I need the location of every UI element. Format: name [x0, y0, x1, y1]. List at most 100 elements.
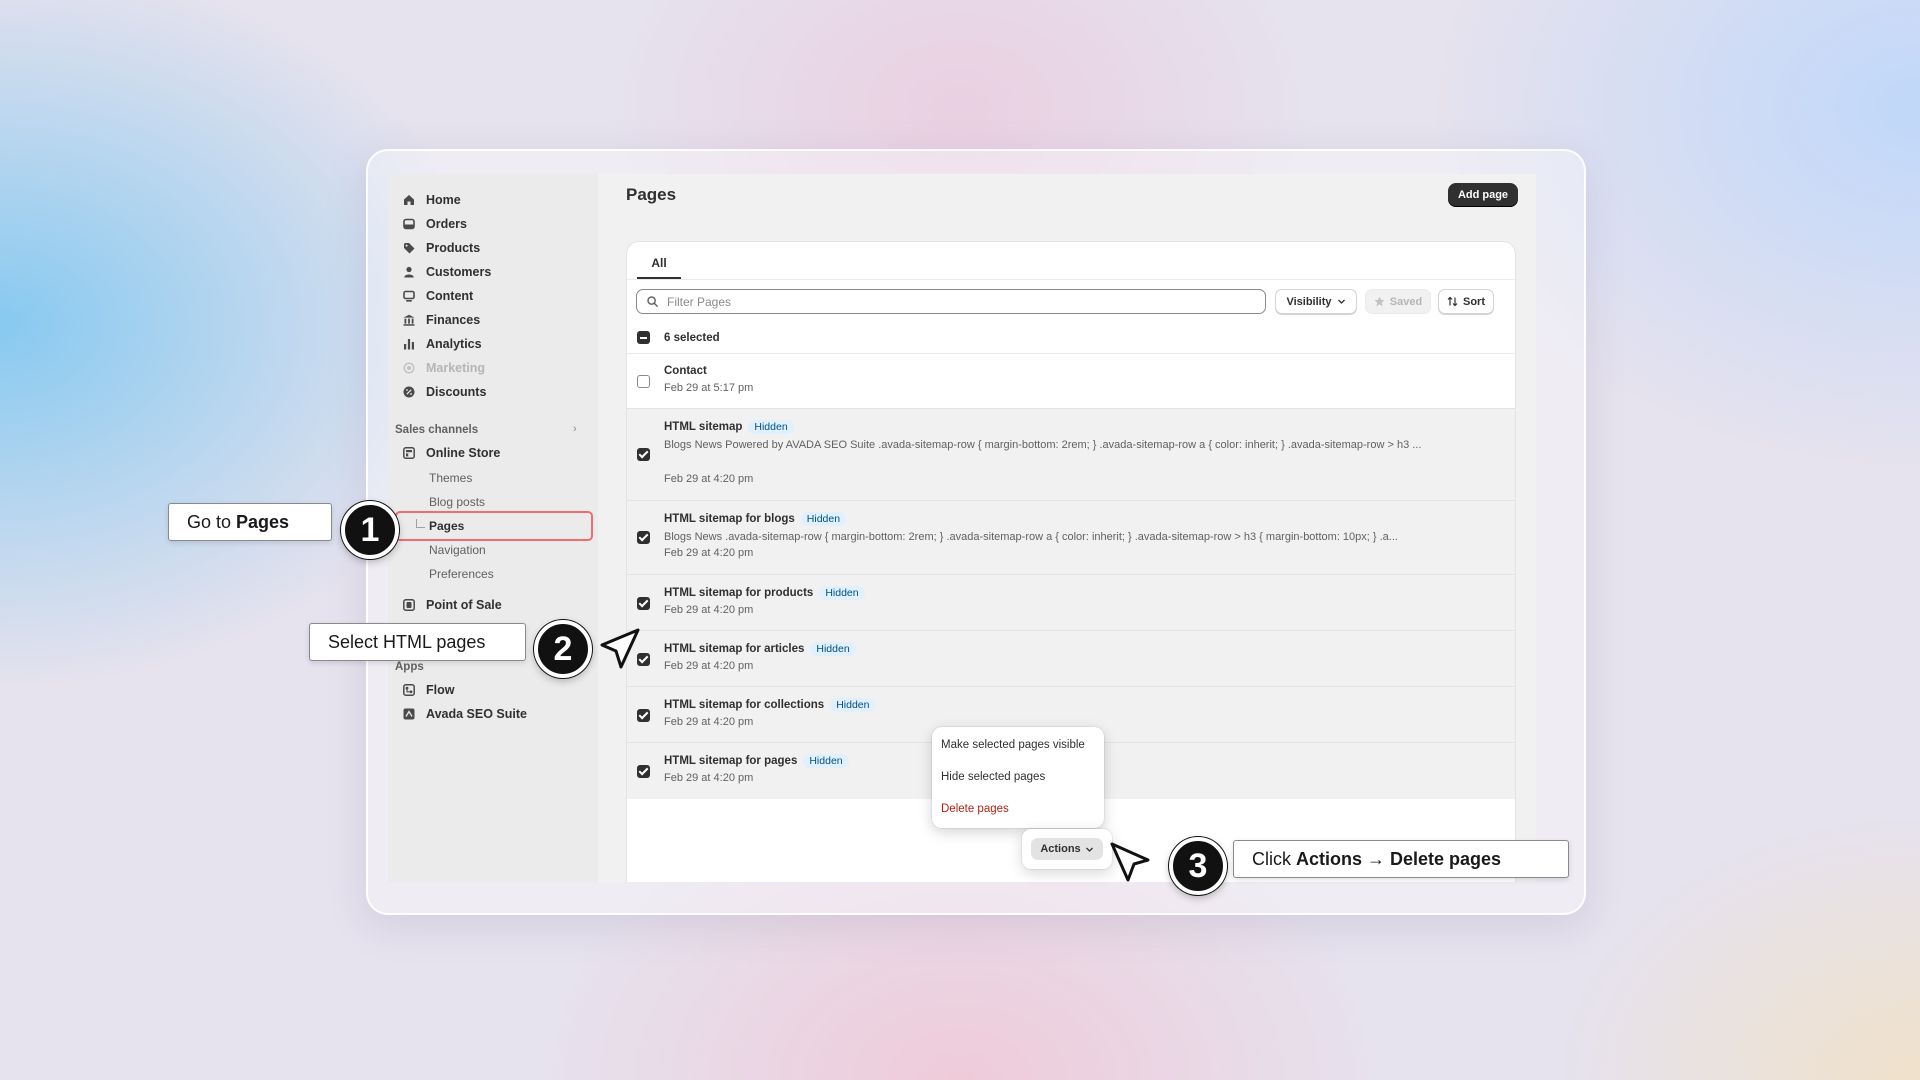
- row-title[interactable]: Contact: [664, 365, 707, 377]
- hidden-badge: Hidden: [748, 420, 794, 434]
- sidebar-item-label: Orders: [426, 217, 467, 231]
- sidebar-item-online-store[interactable]: Online Store: [402, 442, 500, 464]
- row-checkbox[interactable]: [637, 375, 650, 388]
- table-row[interactable]: HTML sitemap for products Hidden Feb 29 a…: [627, 575, 1515, 631]
- flow-icon: [402, 683, 416, 697]
- sort-icon: [1447, 296, 1458, 307]
- row-title-text: HTML sitemap: [664, 421, 743, 433]
- menu-item-hide-selected[interactable]: Hide selected pages: [941, 771, 1045, 783]
- row-title[interactable]: HTML sitemap for products Hidden: [664, 586, 865, 600]
- app-icon: [402, 707, 416, 721]
- bulk-selection-bar: 6 selected: [627, 323, 1515, 354]
- step3-prefix: Click: [1252, 848, 1296, 869]
- sidebar-item-label: Avada SEO Suite: [426, 707, 527, 721]
- sidebar-item-label: Products: [426, 241, 481, 255]
- row-date: Feb 29 at 4:20 pm: [664, 473, 754, 485]
- table-row[interactable]: HTML sitemap for blogs Hidden Blogs News …: [627, 501, 1515, 575]
- filter-pages-input[interactable]: [665, 293, 1229, 310]
- sidebar-item-label: Finances: [426, 313, 481, 327]
- bar-chart-icon: [402, 337, 416, 351]
- row-title-text: HTML sitemap for articles: [664, 643, 805, 655]
- row-date: Feb 29 at 4:20 pm: [664, 716, 754, 728]
- sidebar-item-marketing[interactable]: Marketing: [402, 357, 485, 379]
- step1-callout: Go to Pages: [168, 503, 332, 541]
- sidebar-item-label: Point of Sale: [426, 598, 502, 612]
- row-description: Blogs News Powered by AVADA SEO Suite .a…: [664, 439, 1422, 451]
- add-page-button[interactable]: Add page: [1448, 183, 1518, 207]
- arrow-cursor-icon: [1110, 842, 1150, 882]
- sidebar-item-products[interactable]: Products: [402, 237, 480, 259]
- visibility-filter-button[interactable]: Visibility: [1275, 289, 1357, 314]
- sidebar-item-customers[interactable]: Customers: [402, 261, 491, 283]
- sidebar-item-analytics[interactable]: Analytics: [402, 333, 482, 355]
- menu-item-delete-pages[interactable]: Delete pages: [941, 803, 1009, 815]
- select-all-checkbox[interactable]: [637, 331, 650, 344]
- store-icon: [402, 446, 416, 460]
- sidebar-subitem-themes[interactable]: Themes: [429, 471, 472, 485]
- row-checkbox[interactable]: [637, 531, 650, 544]
- hidden-badge: Hidden: [803, 754, 849, 768]
- sidebar-item-content[interactable]: Content: [402, 285, 473, 307]
- step2-callout: Select HTML pages: [309, 623, 526, 661]
- star-icon: [1374, 296, 1385, 307]
- target-icon: [402, 361, 416, 375]
- chevron-right-icon[interactable]: ›: [573, 423, 577, 435]
- sidebar-item-point-of-sale[interactable]: Point of Sale: [402, 594, 502, 616]
- row-checkbox[interactable]: [637, 448, 650, 461]
- row-title-text: HTML sitemap for products: [664, 587, 814, 599]
- row-title[interactable]: HTML sitemap for collections Hidden: [664, 698, 876, 712]
- chevron-down-icon: [1337, 297, 1346, 306]
- saved-label: Saved: [1389, 295, 1423, 308]
- tag-icon: [402, 241, 416, 255]
- person-icon: [402, 265, 416, 279]
- sidebar-item-label: Home: [426, 193, 461, 207]
- sidebar-item-home[interactable]: Home: [402, 189, 461, 211]
- table-row[interactable]: HTML sitemap for articles Hidden Feb 29 a…: [627, 631, 1515, 687]
- sort-button[interactable]: Sort: [1438, 289, 1494, 314]
- sidebar-item-label: Marketing: [426, 361, 486, 375]
- arrow-cursor-icon: [600, 628, 640, 669]
- sidebar-subitem-blog-posts[interactable]: Blog posts: [429, 495, 485, 509]
- table-row[interactable]: Contact Feb 29 at 5:17 pm: [627, 354, 1515, 409]
- row-title-text: HTML sitemap for blogs: [664, 513, 795, 525]
- step3-bold: Actions → Delete pages: [1296, 848, 1502, 869]
- sidebar-item-label: Discounts: [426, 385, 487, 399]
- step2-badge: 2: [534, 620, 592, 678]
- saved-view-button[interactable]: Saved: [1365, 289, 1431, 314]
- tab-all[interactable]: All: [637, 252, 681, 279]
- hidden-badge: Hidden: [810, 642, 856, 656]
- sidebar-item-avada-seo-suite[interactable]: Avada SEO Suite: [402, 703, 527, 725]
- row-checkbox[interactable]: [637, 597, 650, 610]
- sidebar-item-finances[interactable]: Finances: [402, 309, 480, 331]
- row-title[interactable]: HTML sitemap Hidden: [664, 420, 794, 434]
- hidden-badge: Hidden: [830, 698, 876, 712]
- menu-item-make-visible[interactable]: Make selected pages visible: [941, 739, 1085, 751]
- sidebar-item-discounts[interactable]: Discounts: [402, 381, 486, 403]
- actions-button[interactable]: Actions: [1031, 838, 1103, 860]
- sidebar-subitem-navigation[interactable]: Navigation: [429, 543, 486, 557]
- step1-badge: 1: [341, 501, 399, 559]
- row-title[interactable]: HTML sitemap for articles Hidden: [664, 642, 856, 656]
- filter-pages-field[interactable]: [636, 289, 1266, 314]
- row-title[interactable]: HTML sitemap for pages Hidden: [664, 754, 849, 768]
- hidden-badge: Hidden: [819, 586, 865, 600]
- table-row[interactable]: HTML sitemap Hidden Blogs News Powered by…: [627, 409, 1515, 501]
- sidebar-item-orders[interactable]: Orders: [402, 213, 467, 235]
- sidebar-item-label: Analytics: [426, 337, 482, 351]
- row-date: Feb 29 at 4:20 pm: [664, 547, 754, 559]
- tab-label: All: [651, 256, 667, 270]
- sales-channels-heading: Sales channels: [395, 424, 479, 436]
- hidden-badge: Hidden: [800, 512, 847, 526]
- row-checkbox[interactable]: [637, 765, 650, 778]
- sidebar-item-label: Content: [426, 289, 474, 303]
- content-icon: [402, 289, 416, 303]
- step1-prefix: Go to: [187, 511, 237, 532]
- sidebar-item-flow[interactable]: Flow: [402, 679, 454, 701]
- row-checkbox[interactable]: [637, 709, 650, 722]
- actions-menu: Make selected pages visible Hide selecte…: [932, 727, 1104, 828]
- tab-divider: [627, 279, 1515, 280]
- row-date: Feb 29 at 4:20 pm: [664, 772, 754, 784]
- row-title[interactable]: HTML sitemap for blogs Hidden: [664, 512, 847, 526]
- sidebar-subitem-preferences[interactable]: Preferences: [429, 567, 494, 581]
- pages-highlight-box: [395, 511, 593, 541]
